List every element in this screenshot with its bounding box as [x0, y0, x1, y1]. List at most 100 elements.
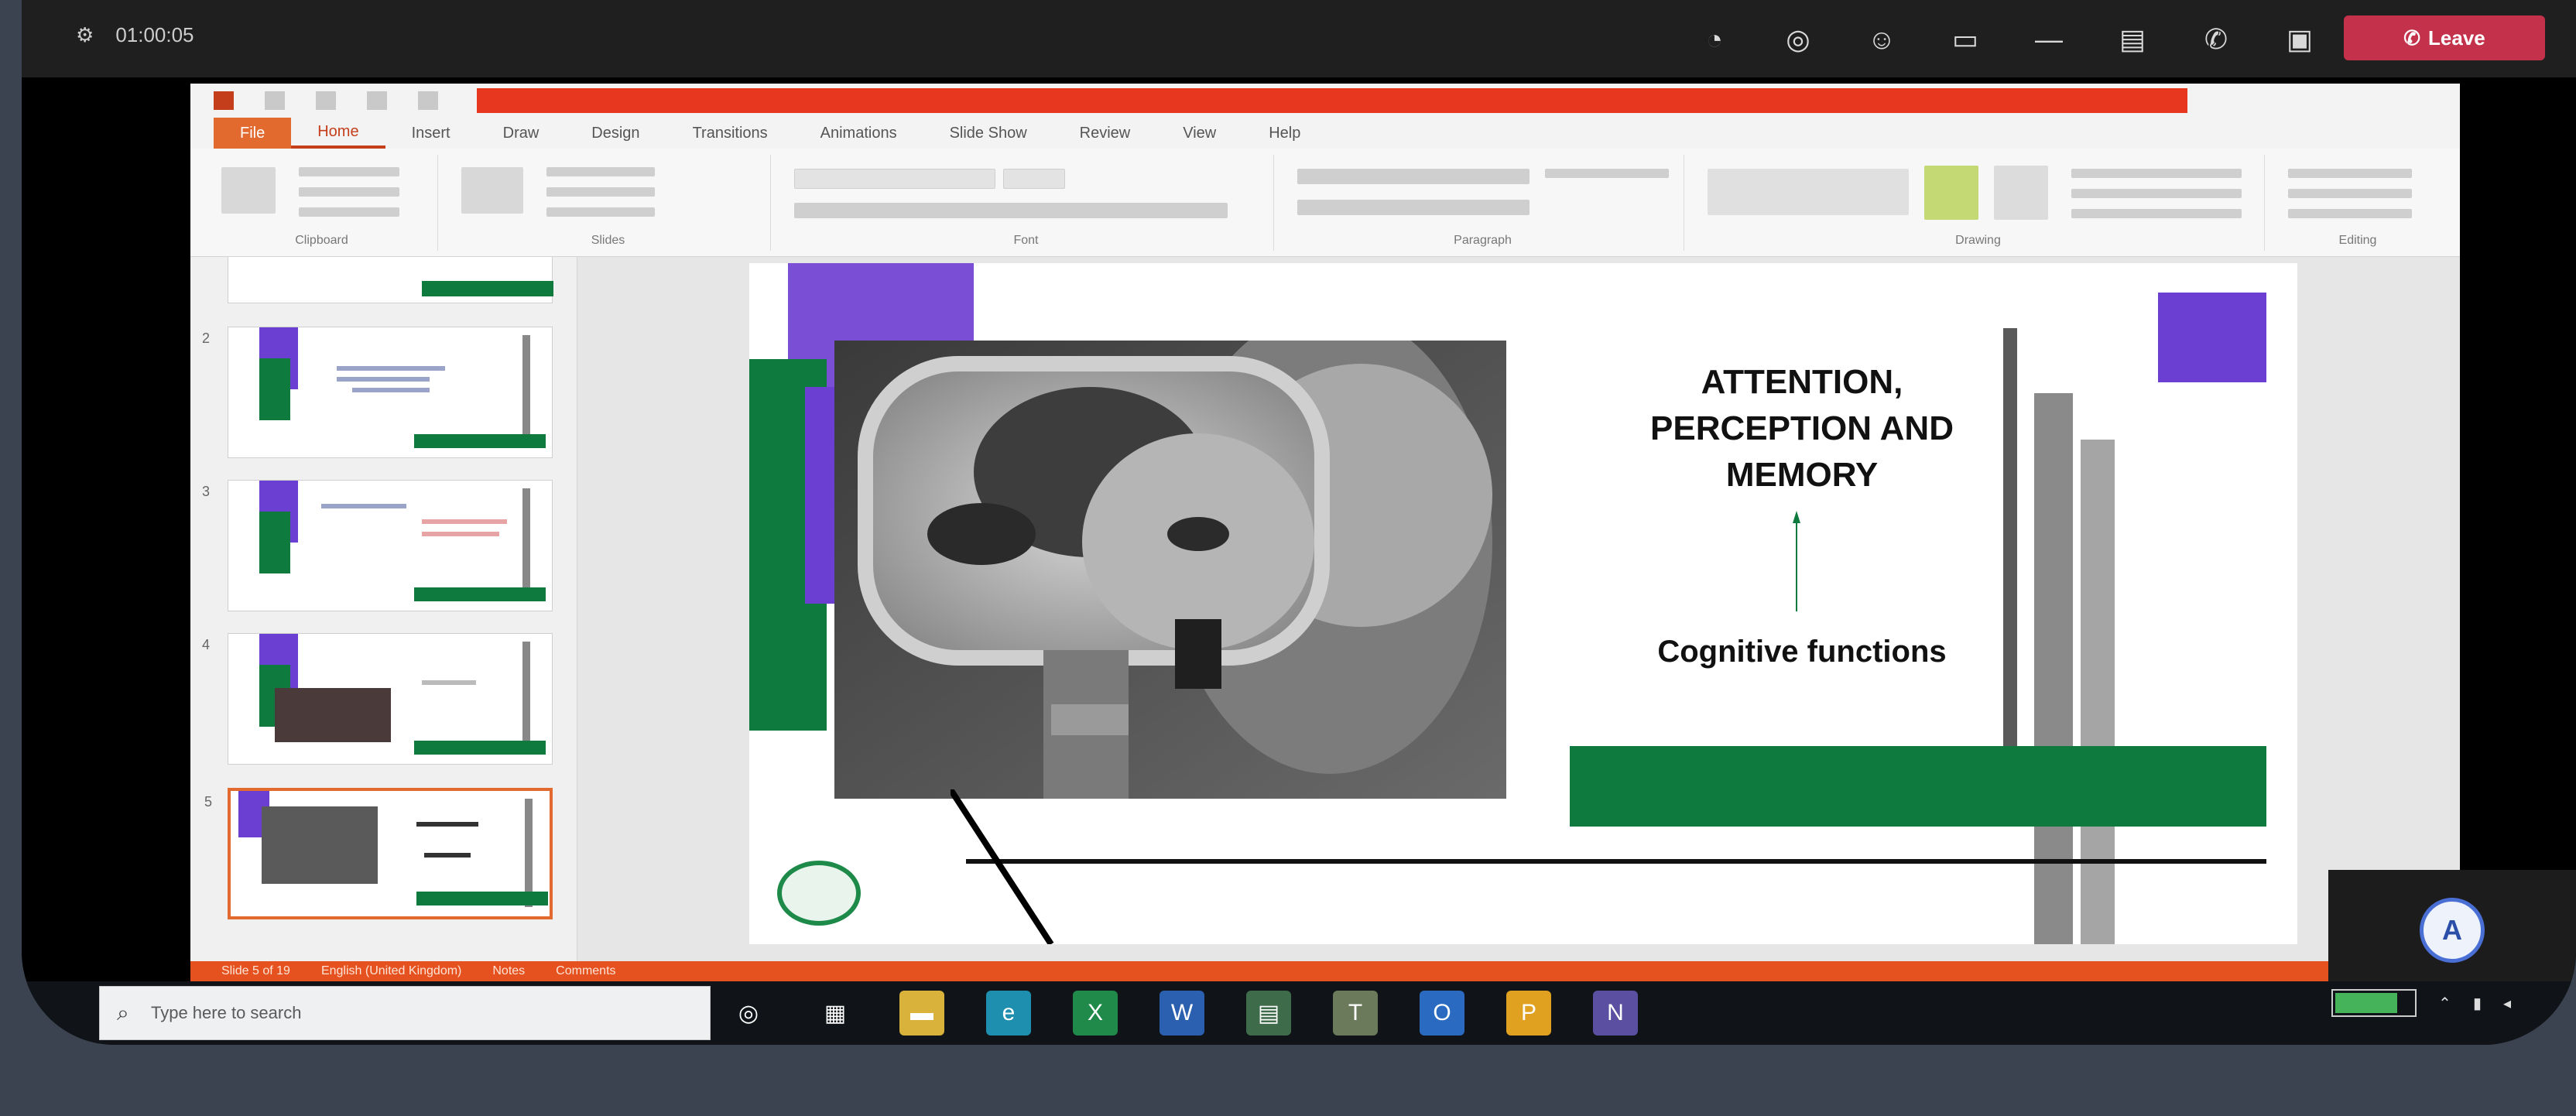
slide-thumbnail[interactable]: 2 [202, 327, 553, 458]
format-painter-button[interactable] [299, 207, 399, 217]
slide-thumbnail[interactable] [228, 257, 553, 303]
ribbon-group-label: Paragraph [1454, 234, 1512, 247]
chevron-up-icon[interactable]: ⌃ [2438, 994, 2451, 1013]
section-button[interactable] [546, 207, 655, 217]
find-button[interactable] [2288, 169, 2412, 178]
slide-thumbnails-pane[interactable]: 2 3 4 5 [190, 257, 577, 961]
tab-draw[interactable]: Draw [477, 118, 566, 149]
slide-editor[interactable]: ATTENTION, PERCEPTION AND MEMORY Cogniti… [577, 257, 2460, 961]
explorer-icon[interactable]: ▬ [899, 991, 944, 1036]
current-slide[interactable]: ATTENTION, PERCEPTION AND MEMORY Cogniti… [749, 263, 2297, 944]
arrange-button[interactable] [1924, 166, 1978, 220]
people-icon[interactable]: ☺ [1861, 19, 1903, 60]
ribbon-group-label: Slides [591, 234, 625, 247]
shapes-gallery[interactable] [1708, 169, 1909, 215]
institution-logo [777, 861, 861, 926]
magnifying-glass-photo[interactable] [834, 341, 1506, 799]
shape-outline-button[interactable] [2071, 189, 2242, 198]
screen-bezel: ⚙ 01:00:05 ◔ ◎ ☺ ▭ — ▤ ✆ ▣ ✆ Leave File … [22, 0, 2576, 1045]
green-band [1570, 746, 2266, 827]
slide-thumbnail[interactable]: 3 [202, 480, 553, 611]
list-buttons[interactable] [1297, 169, 1530, 184]
ppt-status-bar: Slide 5 of 19 English (United Kingdom) N… [190, 961, 2460, 981]
outlook-icon[interactable]: O [1420, 991, 1464, 1036]
windows-taskbar: ⌕ Type here to search ◎ ▦ ▬ e X W ▤ T O … [22, 981, 2576, 1045]
tab-help[interactable]: Help [1242, 118, 1327, 149]
slide-title[interactable]: ATTENTION, PERCEPTION AND MEMORY [1601, 359, 2003, 498]
select-button[interactable] [2288, 209, 2412, 218]
arrow-up-icon [1793, 511, 1800, 611]
ribbon-group-clipboard: Clipboard [206, 155, 438, 251]
clock-icon[interactable]: ◔ [1694, 19, 1735, 60]
ribbon-group-editing: Editing [2273, 155, 2443, 251]
network-icon[interactable]: ▮ [2473, 994, 2482, 1013]
ribbon: Clipboard Slides Font Paragraph Drawing … [190, 149, 2460, 257]
copy-button[interactable] [299, 187, 399, 197]
font-format-buttons[interactable] [794, 203, 1228, 218]
font-name-select[interactable] [794, 169, 995, 189]
battery-indicator[interactable] [2331, 989, 2417, 1017]
shape-effects-button[interactable] [2071, 209, 2242, 218]
onenote-icon[interactable]: N [1593, 991, 1638, 1036]
present-icon[interactable] [418, 91, 438, 110]
redo-icon[interactable] [367, 91, 387, 110]
avatar: A [2420, 898, 2485, 963]
status-notes[interactable]: Notes [492, 964, 525, 978]
grey-bar-3 [2081, 440, 2115, 944]
word-icon[interactable]: W [1160, 991, 1204, 1036]
slide-number: 2 [202, 330, 211, 346]
status-comments[interactable]: Comments [556, 964, 615, 978]
meeting-toolbar: ⚙ 01:00:05 ◔ ◎ ☺ ▭ — ▤ ✆ ▣ ✆ Leave [22, 0, 2576, 77]
tab-insert[interactable]: Insert [385, 118, 477, 149]
slide-subtitle[interactable]: Cognitive functions [1585, 635, 2019, 669]
save-icon[interactable] [265, 91, 285, 110]
chat-icon[interactable]: ▤ [2112, 19, 2153, 60]
text-direction-button[interactable] [1545, 169, 1669, 178]
app-icon [214, 91, 234, 110]
ribbon-group-slides: Slides [446, 155, 771, 251]
tab-file[interactable]: File [214, 118, 292, 149]
reset-button[interactable] [546, 187, 655, 197]
notepad-icon[interactable]: ▤ [1246, 991, 1291, 1036]
slide-number: 4 [202, 637, 211, 652]
paste-button[interactable] [221, 167, 276, 214]
camera-icon[interactable]: ◎ [1777, 19, 1819, 60]
widgets-icon[interactable]: ▦ [813, 991, 858, 1036]
minimize-icon[interactable]: — [2028, 19, 2070, 60]
tab-slide-show[interactable]: Slide Show [923, 118, 1053, 149]
slide-thumbnail[interactable]: 4 [202, 633, 553, 765]
leave-label: Leave [2428, 26, 2485, 50]
edge-icon[interactable]: e [986, 991, 1031, 1036]
volume-icon[interactable]: ◂ [2503, 994, 2511, 1013]
tab-transitions[interactable]: Transitions [666, 118, 794, 149]
shape-fill-button[interactable] [2071, 169, 2242, 178]
tab-view[interactable]: View [1156, 118, 1242, 149]
purple-square [2158, 293, 2266, 382]
layout-button[interactable] [546, 167, 655, 176]
grey-bar-1 [2003, 328, 2017, 762]
leave-button[interactable]: ✆ Leave [2344, 15, 2545, 60]
tab-design[interactable]: Design [565, 118, 666, 149]
undo-icon[interactable] [316, 91, 336, 110]
replace-button[interactable] [2288, 189, 2412, 198]
font-size-select[interactable] [1003, 169, 1065, 189]
cut-button[interactable] [299, 167, 399, 176]
tab-review[interactable]: Review [1053, 118, 1157, 149]
tab-home[interactable]: Home [291, 118, 385, 149]
teams-icon[interactable]: T [1333, 991, 1378, 1036]
new-slide-button[interactable] [461, 167, 523, 214]
tab-animations[interactable]: Animations [794, 118, 923, 149]
task-view-icon[interactable]: ◎ [726, 991, 771, 1036]
excel-icon[interactable]: X [1073, 991, 1118, 1036]
ppt-banner [477, 88, 2187, 113]
phone-icon[interactable]: ✆ [2195, 19, 2237, 60]
slide-thumbnail-selected[interactable]: 5 [204, 788, 553, 919]
share-icon[interactable]: ▣ [2279, 19, 2321, 60]
quick-styles-button[interactable] [1994, 166, 2048, 220]
taskbar-search[interactable]: ⌕ Type here to search [99, 986, 711, 1040]
powerpoint-icon[interactable]: P [1506, 991, 1551, 1036]
slide-number: 5 [204, 794, 213, 810]
screen-icon[interactable]: ▭ [1944, 19, 1986, 60]
align-buttons[interactable] [1297, 200, 1530, 215]
ribbon-group-label: Editing [2338, 234, 2377, 247]
